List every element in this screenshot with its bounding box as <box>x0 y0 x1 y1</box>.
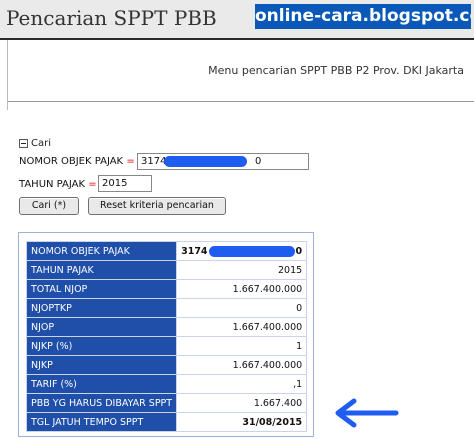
row-label: TAHUN PAJAK <box>25 260 178 280</box>
tahun-input[interactable]: 2015 <box>98 175 152 192</box>
row-value-prefix: 3174 <box>181 245 208 257</box>
reset-button[interactable]: Reset kriteria pencarian <box>88 197 226 215</box>
header-divider <box>8 101 474 102</box>
watermark-banner: online-cara.blogspot.com <box>255 4 471 29</box>
left-divider <box>7 40 8 110</box>
row-label: NJKP (%) <box>25 336 178 356</box>
title-bar: Pencarian SPPT PBB online-cara.blogspot.… <box>0 0 474 40</box>
search-toggle-label: Cari <box>31 138 51 149</box>
search-toggle[interactable]: Cari <box>19 138 51 149</box>
nop-input-prefix: 3174 <box>141 156 167 167</box>
row-label: NJOPTKP <box>25 298 178 318</box>
table-row: NJOP 1.667.400.000 <box>25 317 308 337</box>
table-row: NJKP 1.667.400.000 <box>25 355 308 375</box>
row-label: TGL JATUH TEMPO SPPT <box>25 412 178 432</box>
table-row: TGL JATUH TEMPO SPPT 31/08/2015 <box>25 412 308 432</box>
nop-label: NOMOR OBJEK PAJAK = <box>19 156 135 167</box>
table-row: PBB YG HARUS DIBAYAR SPPT 1.667.400 <box>25 393 308 413</box>
row-label: NJKP <box>25 355 178 375</box>
result-table: NOMOR OBJEK PAJAK 3174 0 TAHUN PAJAK 2015 TOT… <box>25 241 308 432</box>
table-row: TAHUN PAJAK 2015 <box>25 260 308 280</box>
row-value: 1.667.400.000 <box>176 355 308 375</box>
page-title: Pencarian SPPT PBB <box>6 6 217 30</box>
table-row: NJKP (%) 1 <box>25 336 308 356</box>
nop-input-suffix: 0 <box>255 156 262 167</box>
arrow-left-icon <box>335 398 399 428</box>
row-label: NJOP <box>25 317 178 337</box>
tahun-label: TAHUN PAJAK = <box>19 179 97 190</box>
row-label: NOMOR OBJEK PAJAK <box>25 241 178 261</box>
row-value: 0 <box>176 298 308 318</box>
row-value: 1.667.400.000 <box>176 317 308 337</box>
table-row: NJOPTKP 0 <box>25 298 308 318</box>
menu-subtitle: Menu pencarian SPPT PBB P2 Prov. DKI Jak… <box>208 64 464 77</box>
nop-required-mark: = <box>126 156 135 167</box>
table-row: NOMOR OBJEK PAJAK 3174 0 <box>25 241 308 261</box>
row-value: 3174 0 <box>176 241 308 261</box>
row-value: 2015 <box>176 260 308 280</box>
collapse-minus-icon[interactable] <box>19 139 28 148</box>
row-value: 1.667.400 <box>176 393 308 413</box>
tahun-label-text: TAHUN PAJAK <box>19 179 86 190</box>
row-label: PBB YG HARUS DIBAYAR SPPT <box>25 393 178 413</box>
row-value: 1 <box>176 336 308 356</box>
row-label: TARIF (%) <box>25 374 178 394</box>
row-label: TOTAL NJOP <box>25 279 178 299</box>
row-value: 1.667.400.000 <box>176 279 308 299</box>
row-value: 31/08/2015 <box>176 412 308 432</box>
redaction-mark <box>164 156 247 167</box>
cari-button[interactable]: Cari (*) <box>19 197 79 215</box>
row-value-suffix: 0 <box>295 245 303 257</box>
row-value: ,1 <box>176 374 308 394</box>
tahun-required-mark: = <box>88 179 97 190</box>
table-row: TOTAL NJOP 1.667.400.000 <box>25 279 308 299</box>
redaction-mark <box>208 245 295 257</box>
nop-label-text: NOMOR OBJEK PAJAK <box>19 156 124 167</box>
table-row: TARIF (%) ,1 <box>25 374 308 394</box>
